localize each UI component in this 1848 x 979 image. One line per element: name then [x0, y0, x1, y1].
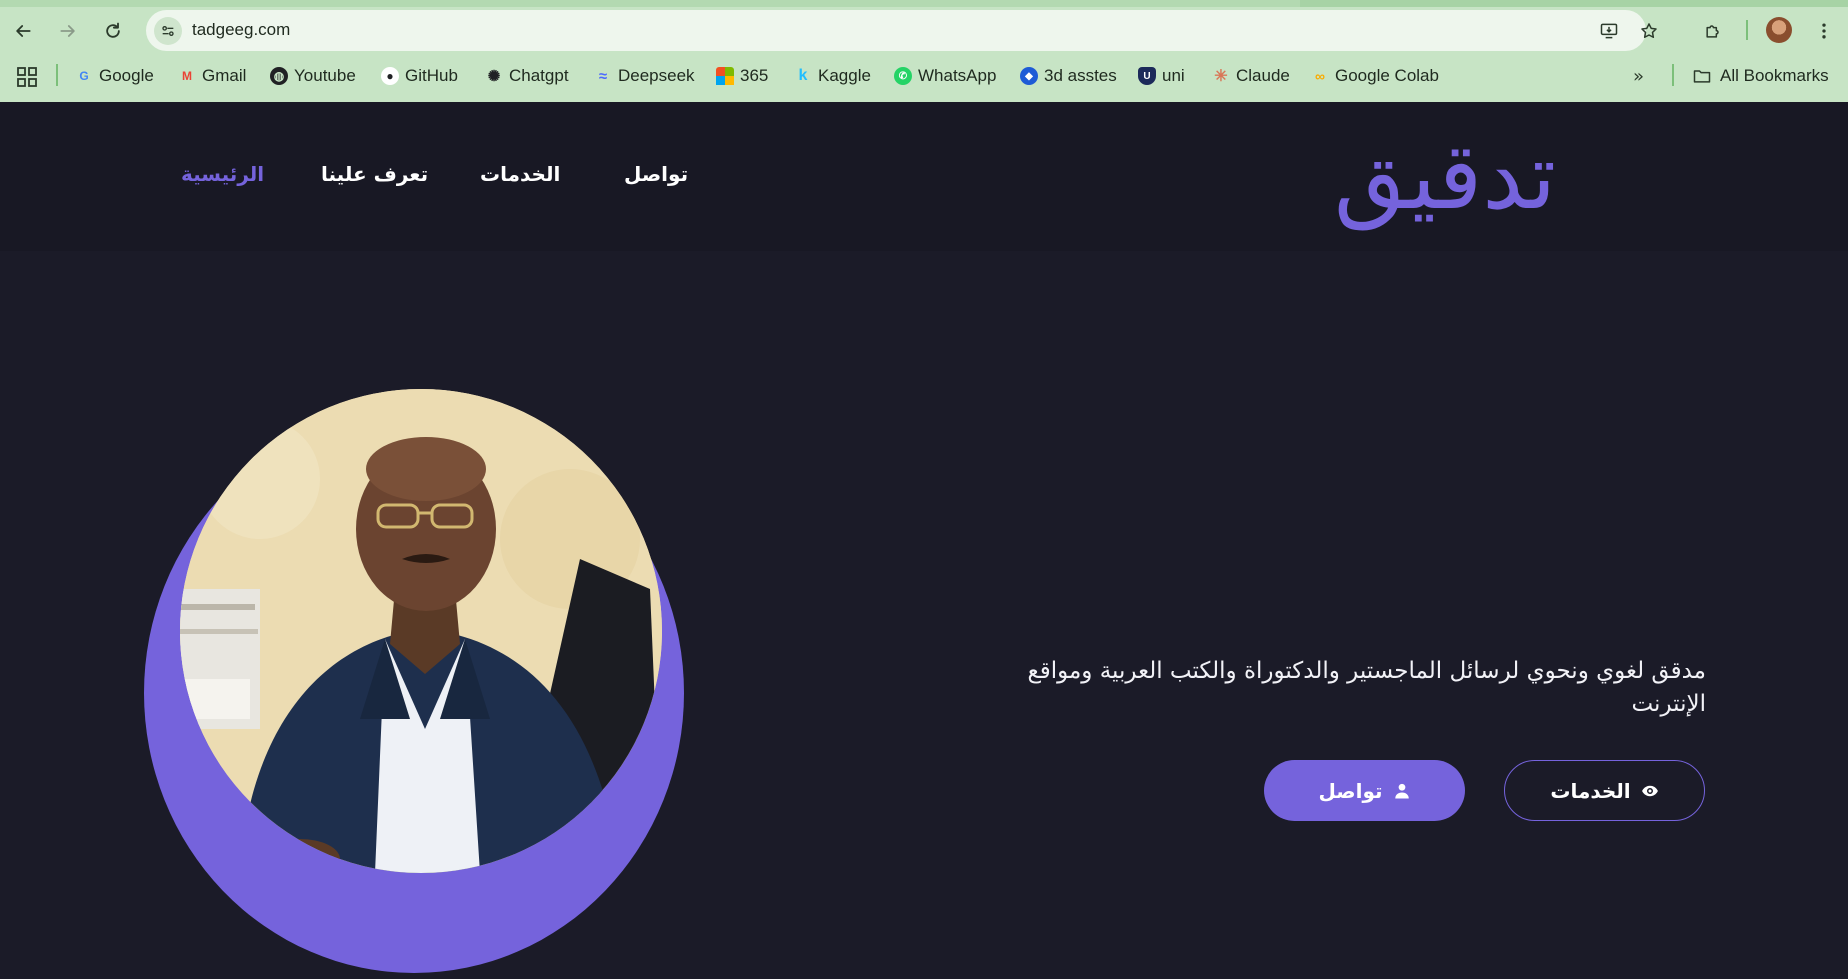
bookmarks-overflow-button[interactable]: »: [1633, 66, 1644, 87]
address-bar[interactable]: tadgeeg.com: [146, 10, 1657, 51]
kaggle-icon: k: [798, 67, 808, 84]
bookmarks-separator: [56, 64, 58, 86]
browser-menu-button[interactable]: [1807, 14, 1841, 48]
bookmark-claude[interactable]: ✳ Claude: [1212, 64, 1290, 88]
microsoft-icon: [716, 67, 734, 85]
bookmark-label: Deepseek: [618, 66, 695, 85]
bookmark-kaggle[interactable]: k Kaggle: [794, 64, 871, 88]
eye-icon: [1641, 785, 1658, 796]
chatgpt-icon: ✺: [487, 68, 501, 85]
bookmark-label: Claude: [1236, 66, 1290, 85]
install-desktop-icon: [1600, 23, 1618, 39]
bookmark-label: 365: [740, 66, 769, 85]
hero-tagline: مدقق لغوي ونحوي لرسائل الماجستير والدكتو…: [1027, 658, 1706, 717]
arrow-right-icon: [60, 25, 75, 37]
bookmark-chatgpt[interactable]: ✺ Chatgpt: [485, 64, 569, 88]
deepseek-icon: ≈: [598, 67, 608, 85]
bookmark-label: WhatsApp: [918, 66, 997, 85]
nav-about[interactable]: تعرف علينا: [321, 162, 428, 186]
profile-photo: [180, 389, 662, 873]
bookmark-label: Kaggle: [818, 66, 871, 85]
bookmark-deepseek[interactable]: ≈ Deepseek: [594, 64, 695, 88]
bookmark-365[interactable]: 365: [716, 64, 768, 88]
all-bookmarks-button[interactable]: All Bookmarks: [1692, 64, 1829, 88]
bookmark-label: Google: [99, 66, 154, 85]
github-icon: ●: [381, 67, 399, 85]
colab-icon: ∞: [1315, 68, 1325, 84]
bookmark-label: GitHub: [405, 66, 458, 85]
star-icon: [1641, 23, 1657, 38]
browser-chrome: tadgeeg.com G Google M Gmail ◍ Youtube ●…: [0, 0, 1848, 102]
more-vertical-icon: [1822, 23, 1826, 39]
bookmark-gmail[interactable]: M Gmail: [178, 64, 246, 88]
toolbar-separator: [1746, 20, 1748, 40]
services-button-label: الخدمات: [1550, 778, 1631, 803]
reload-button[interactable]: [96, 14, 130, 48]
bookmark-label: Gmail: [202, 66, 247, 85]
extensions-button[interactable]: [1696, 14, 1730, 48]
bookmark-label: Chatgpt: [509, 66, 569, 85]
nav-services[interactable]: الخدمات: [480, 162, 560, 186]
uni-shield-icon: U: [1138, 67, 1156, 85]
url-text[interactable]: tadgeeg.com: [192, 20, 290, 40]
whatsapp-icon: ✆: [894, 67, 912, 85]
gmail-icon: M: [182, 69, 192, 83]
all-bookmarks-label: All Bookmarks: [1720, 66, 1829, 85]
google-icon: G: [79, 69, 89, 83]
site-logo[interactable]: تدقيق: [1330, 122, 1560, 232]
user-icon: [1394, 783, 1409, 798]
bookmark-label: uni: [1162, 66, 1185, 85]
services-button[interactable]: الخدمات: [1504, 760, 1705, 821]
bookmark-google[interactable]: G Google: [75, 64, 154, 88]
tune-icon: [162, 26, 174, 36]
nav-contact[interactable]: تواصل: [624, 162, 688, 186]
bookmark-youtube[interactable]: ◍ Youtube: [270, 64, 356, 88]
bookmark-label: 3d asstes: [1044, 66, 1117, 85]
3d-assets-icon: ◆: [1020, 67, 1038, 85]
bookmark-whatsapp[interactable]: ✆ WhatsApp: [894, 64, 996, 88]
profile-avatar[interactable]: [1766, 17, 1792, 43]
contact-button-label: تواصل: [1318, 778, 1383, 803]
site-header: تدقيق الرئيسية تعرف علينا الخدمات تواصل: [0, 102, 1848, 251]
arrow-left-icon: [16, 25, 31, 37]
hero-section: مدقق لغوي ونحوي لرسائل الماجستير والدكتو…: [0, 251, 1848, 979]
apps-grid-icon[interactable]: [16, 66, 38, 88]
claude-icon: ✳: [1214, 68, 1228, 85]
puzzle-icon: [1706, 25, 1719, 38]
bookmark-label: Youtube: [294, 66, 356, 85]
bookmark-label: Google Colab: [1335, 66, 1439, 85]
globe-icon: ◍: [270, 67, 288, 85]
folder-icon: [1693, 70, 1711, 83]
bookmark-google-colab[interactable]: ∞ Google Colab: [1311, 64, 1439, 88]
install-app-button[interactable]: [1596, 18, 1622, 44]
nav-home[interactable]: الرئيسية: [181, 162, 264, 186]
forward-button[interactable]: [51, 14, 85, 48]
back-button[interactable]: [6, 14, 40, 48]
site-info-button[interactable]: [154, 17, 182, 45]
contact-button[interactable]: تواصل: [1264, 760, 1465, 821]
bookmark-star-button[interactable]: [1636, 18, 1662, 44]
reload-icon: [106, 22, 120, 38]
tab-strip-edge: [0, 0, 1848, 7]
bookmark-uni[interactable]: U uni: [1138, 64, 1185, 88]
bookmarks-bar: G Google M Gmail ◍ Youtube ● GitHub ✺ Ch…: [0, 58, 1848, 94]
bookmark-3d-asstes[interactable]: ◆ 3d asstes: [1020, 64, 1117, 88]
bookmarks-separator-right: [1672, 64, 1674, 86]
bookmark-github[interactable]: ● GitHub: [381, 64, 458, 88]
